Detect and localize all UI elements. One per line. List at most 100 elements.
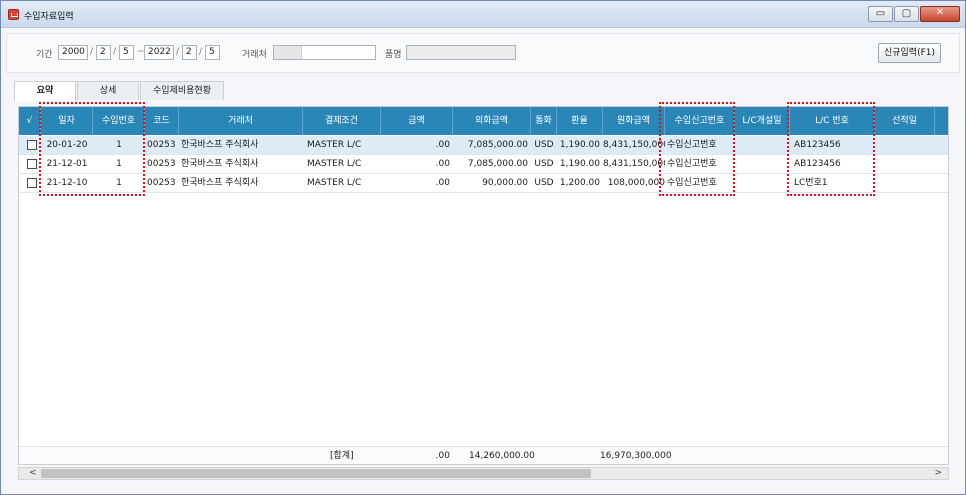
- column-header-declaration-no[interactable]: 수입신고번호: [665, 107, 735, 135]
- import-data-window: 수입자료입력 ▭ ▢ ✕ 기간 2000 / 2 / 5 ~ 2022 / 2 …: [0, 0, 966, 495]
- tab-import-costs[interactable]: 수입제비용현황: [140, 81, 224, 100]
- cell-krw-amount: 8,431,150,000: [603, 140, 665, 150]
- column-header-lc-no[interactable]: L/C 번호: [790, 107, 875, 135]
- scroll-right-icon[interactable]: >: [934, 468, 942, 479]
- cell-rate: 1,190.00: [559, 140, 600, 150]
- window-controls: ▭ ▢ ✕: [868, 6, 960, 22]
- grid-total-row: [합계] .00 14,260,000.00 16,970,300,000: [19, 446, 948, 464]
- cell-declaration-no: 수입신고번호: [667, 140, 717, 150]
- cell-payment: MASTER L/C: [307, 140, 362, 150]
- to-month-field[interactable]: 2: [182, 45, 197, 60]
- column-header-vendor[interactable]: 거래처: [179, 107, 303, 135]
- column-header-lc-date[interactable]: L/C개설일: [735, 107, 790, 135]
- to-year-field[interactable]: 2022: [144, 45, 174, 60]
- column-header-extra: [935, 107, 948, 135]
- cell-lc-no: LC번호1: [794, 178, 828, 188]
- total-amount: .00: [435, 451, 450, 461]
- column-header-ship-date[interactable]: 선적일: [875, 107, 935, 135]
- cell-vendor: 한국바스프 주식회사: [181, 140, 259, 150]
- date-slash: /: [90, 47, 94, 57]
- total-foreign-amount: 14,260,000.00: [469, 451, 535, 461]
- cell-ship-date: [875, 136, 935, 155]
- cell-declaration-no: 수입신고번호: [667, 159, 717, 169]
- title-bar: 수입자료입력 ▭ ▢ ✕: [1, 1, 965, 28]
- cell-krw-amount: 108,000,000: [607, 178, 665, 188]
- app-icon: [8, 9, 19, 20]
- cell-vendor: 한국바스프 주식회사: [181, 178, 259, 188]
- scrollbar-thumb[interactable]: [41, 469, 591, 478]
- maximize-button[interactable]: ▢: [894, 6, 919, 22]
- tab-detail[interactable]: 상세: [77, 81, 139, 100]
- cell-lc-no: AB123456: [794, 140, 841, 150]
- column-header-import-no[interactable]: 수입번호: [93, 107, 145, 135]
- cell-import-no: 1: [116, 178, 122, 188]
- cell-date: 21-12-01: [46, 159, 88, 169]
- from-year-field[interactable]: 2000: [58, 45, 88, 60]
- filter-bar: 기간 2000 / 2 / 5 ~ 2022 / 2 / 5 거래처 품명 신규…: [6, 33, 960, 73]
- minimize-icon: ▭: [875, 8, 886, 19]
- cell-import-no: 1: [116, 159, 122, 169]
- item-field[interactable]: [406, 45, 516, 60]
- cell-rate: 1,190.00: [559, 159, 600, 169]
- period-label: 기간: [36, 50, 53, 60]
- column-header-foreign-amount[interactable]: 외화금액: [453, 107, 531, 135]
- cell-lc-date: [735, 136, 790, 155]
- cell-currency: USD: [534, 178, 554, 188]
- cell-declaration-no: 수입신고번호: [667, 178, 717, 188]
- vendor-label: 거래처: [242, 50, 267, 60]
- close-icon: ✕: [935, 7, 945, 18]
- cell-foreign-amount: 7,085,000.00: [467, 159, 528, 169]
- cell-lc-date: [735, 155, 790, 174]
- cell-vendor: 한국바스프 주식회사: [181, 159, 259, 169]
- table-row[interactable]: 21-12-01 1 00253 한국바스프 주식회사 MASTER L/C .…: [19, 155, 948, 174]
- date-slash: /: [199, 47, 203, 57]
- cell-lc-no: AB123456: [794, 159, 841, 169]
- cell-foreign-amount: 7,085,000.00: [467, 140, 528, 150]
- cell-code: 00253: [147, 159, 176, 169]
- row-checkbox[interactable]: [27, 178, 37, 188]
- close-button[interactable]: ✕: [920, 6, 960, 22]
- new-entry-button[interactable]: 신규입력(F1): [878, 43, 941, 63]
- tab-summary[interactable]: 요약: [14, 81, 76, 101]
- cell-foreign-amount: 90,000.00: [482, 178, 528, 188]
- row-checkbox[interactable]: [27, 159, 37, 169]
- cell-krw-amount: 8,431,150,000: [603, 159, 665, 169]
- table-row[interactable]: 21-12-10 1 00253 한국바스프 주식회사 MASTER L/C .…: [19, 174, 948, 193]
- cell-amount: .00: [435, 140, 450, 150]
- table-row[interactable]: 20-01-20 1 00253 한국바스프 주식회사 MASTER L/C .…: [19, 136, 948, 155]
- cell-amount: .00: [435, 159, 450, 169]
- cell-lc-date: [735, 174, 790, 193]
- minimize-button[interactable]: ▭: [868, 6, 893, 22]
- total-label: [합계]: [330, 451, 354, 461]
- column-header-payment[interactable]: 결제조건: [303, 107, 381, 135]
- cell-currency: USD: [534, 159, 554, 169]
- horizontal-scrollbar[interactable]: < >: [18, 467, 949, 480]
- cell-currency: USD: [534, 140, 554, 150]
- to-day-field[interactable]: 5: [205, 45, 220, 60]
- date-slash: /: [176, 47, 180, 57]
- column-header-currency[interactable]: 통화: [531, 107, 557, 135]
- cell-amount: .00: [435, 178, 450, 188]
- cell-rate: 1,200.00: [559, 178, 600, 188]
- cell-ship-date: [875, 155, 935, 174]
- cell-payment: MASTER L/C: [307, 159, 362, 169]
- cell-import-no: 1: [116, 140, 122, 150]
- column-header-rate[interactable]: 환율: [557, 107, 603, 135]
- cell-code: 00253: [147, 178, 176, 188]
- column-header-krw-amount[interactable]: 원화금액: [603, 107, 665, 135]
- vendor-field[interactable]: [273, 45, 376, 60]
- column-header-amount[interactable]: 금액: [381, 107, 453, 135]
- column-header-date[interactable]: 일자: [41, 107, 93, 135]
- from-day-field[interactable]: 5: [119, 45, 134, 60]
- column-header-code[interactable]: 코드: [145, 107, 179, 135]
- cell-ship-date: [875, 174, 935, 193]
- cell-date: 20-01-20: [46, 140, 88, 150]
- scroll-left-icon[interactable]: <: [29, 468, 37, 479]
- from-month-field[interactable]: 2: [96, 45, 111, 60]
- vendor-code-field[interactable]: [274, 46, 302, 59]
- maximize-icon: ▢: [901, 8, 912, 19]
- total-krw-amount: 16,970,300,000: [600, 451, 672, 461]
- item-label: 품명: [385, 50, 402, 60]
- column-header-check[interactable]: √: [19, 107, 41, 135]
- row-checkbox[interactable]: [27, 140, 37, 150]
